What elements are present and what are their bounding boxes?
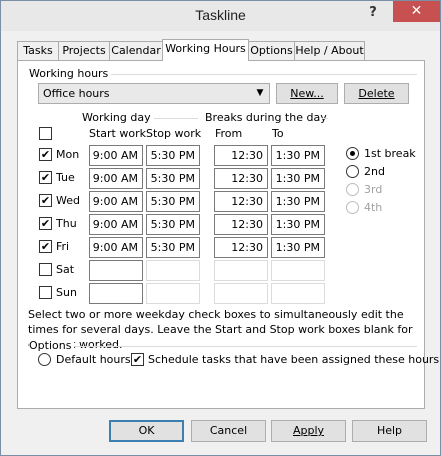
options-group-line: [31, 346, 417, 347]
day-label-fri: Fri: [56, 240, 70, 253]
to-time-field-thu[interactable]: 1:30 PM: [271, 214, 325, 235]
cancel-button[interactable]: Cancel: [191, 420, 266, 442]
day-label-wed: Wed: [56, 194, 80, 207]
close-button[interactable]: ✕: [393, 1, 440, 22]
ok-button[interactable]: OK: [109, 420, 184, 442]
default-hours-label: Default hours: [56, 353, 131, 366]
to-time-field-sat[interactable]: [271, 260, 325, 281]
chevron-down-icon: ▼: [256, 88, 264, 98]
break-2nd-label: 2nd: [364, 165, 385, 178]
start-time-field-mon[interactable]: 9:00 AM: [89, 145, 143, 166]
day-label-thu: Thu: [56, 217, 77, 230]
break-1st-radio[interactable]: [346, 147, 359, 160]
help-title-button[interactable]: ?: [358, 2, 388, 24]
start-time-field-sun[interactable]: [89, 283, 143, 304]
start-time-field-tue[interactable]: 9:00 AM: [89, 168, 143, 189]
to-time-field-fri[interactable]: 1:30 PM: [271, 237, 325, 258]
tab-help-about[interactable]: Help / About: [294, 41, 365, 60]
day-label-sat: Sat: [56, 263, 75, 276]
title-bar: Taskline ? ✕: [1, 1, 440, 31]
help-button[interactable]: Help: [352, 420, 427, 442]
tab-tasks[interactable]: Tasks: [17, 41, 59, 60]
break-4th-radio[interactable]: [346, 201, 359, 214]
delete-button[interactable]: Delete: [344, 83, 409, 104]
break-4th-label: 4th: [364, 201, 383, 214]
to-time-field-mon[interactable]: 1:30 PM: [271, 145, 325, 166]
day-checkbox-sat[interactable]: [39, 263, 52, 276]
day-checkbox-sun[interactable]: [39, 286, 52, 299]
tab-projects[interactable]: Projects: [58, 41, 110, 60]
from-time-field-thu[interactable]: 12:30 PM: [214, 214, 268, 250]
working-day-heading: Working day: [82, 111, 151, 124]
from-heading: From: [215, 127, 243, 140]
tab-calendar[interactable]: Calendar: [109, 41, 163, 60]
schedule-tasks-checkbox[interactable]: ✔: [131, 353, 144, 366]
apply-button-label: Apply: [292, 424, 325, 437]
apply-button[interactable]: Apply: [271, 420, 346, 442]
from-time-field-fri[interactable]: 12:30 PM: [214, 237, 268, 273]
start-time-field-wed[interactable]: 9:00 AM: [89, 191, 143, 212]
break-1st-label: 1st break: [364, 147, 416, 160]
stop-time-field-fri[interactable]: 5:30 PM: [146, 237, 200, 258]
start-time-field-sat[interactable]: [89, 260, 143, 281]
start-time-field-thu[interactable]: 9:00 AM: [89, 214, 143, 235]
to-time-field-tue[interactable]: 1:30 PM: [271, 168, 325, 189]
breaks-heading-line: [322, 118, 328, 119]
stop-time-field-mon[interactable]: 5:30 PM: [146, 145, 200, 166]
options-group-label: Options: [29, 339, 75, 352]
stop-work-heading: Stop work: [146, 127, 202, 140]
new-button-label: New...: [290, 87, 324, 100]
working-hours-group-label: Working hours: [29, 67, 112, 80]
break-3rd-label: 3rd: [364, 183, 383, 196]
day-checkbox-wed[interactable]: ✔: [39, 194, 52, 207]
stop-time-field-wed[interactable]: 5:30 PM: [146, 191, 200, 212]
from-time-field-tue[interactable]: 12:30 PM: [214, 168, 268, 204]
break-2nd-radio[interactable]: [346, 165, 359, 178]
to-heading: To: [272, 127, 284, 140]
default-hours-radio[interactable]: [38, 353, 51, 366]
new-button[interactable]: New...: [276, 83, 338, 104]
day-checkbox-fri[interactable]: ✔: [39, 240, 52, 253]
day-label-mon: Mon: [56, 148, 80, 161]
schedule-tasks-label: Schedule tasks that have been assigned t…: [148, 353, 440, 366]
day-checkbox-mon[interactable]: ✔: [39, 148, 52, 161]
delete-button-label: Delete: [358, 87, 395, 100]
schedule-select-value: Office hours: [43, 87, 110, 100]
breaks-heading: Breaks during the day: [205, 111, 327, 124]
select-all-checkbox[interactable]: [39, 127, 52, 140]
stop-time-field-thu[interactable]: 5:30 PM: [146, 214, 200, 235]
from-time-field-sun[interactable]: [214, 283, 268, 304]
day-label-tue: Tue: [56, 171, 75, 184]
stop-time-field-tue[interactable]: 5:30 PM: [146, 168, 200, 189]
to-time-field-sun[interactable]: [271, 283, 325, 304]
from-time-field-wed[interactable]: 12:30 PM: [214, 191, 268, 227]
start-work-heading: Start work: [89, 127, 146, 140]
from-time-field-mon[interactable]: 12:30 PM: [214, 145, 268, 181]
stop-time-field-sun[interactable]: [146, 283, 200, 304]
from-time-field-sat[interactable]: [214, 260, 268, 281]
day-checkbox-tue[interactable]: ✔: [39, 171, 52, 184]
schedule-select[interactable]: Office hours ▼: [38, 83, 270, 104]
stop-time-field-sat[interactable]: [146, 260, 200, 281]
taskline-window: Taskline ? ✕ Tasks Projects Calendar Wor…: [0, 0, 441, 456]
to-time-field-wed[interactable]: 1:30 PM: [271, 191, 325, 212]
working-day-heading-line: [154, 118, 198, 119]
start-time-field-fri[interactable]: 9:00 AM: [89, 237, 143, 258]
tab-working-hours[interactable]: Working Hours: [162, 39, 249, 61]
break-3rd-radio[interactable]: [346, 183, 359, 196]
day-checkbox-thu[interactable]: ✔: [39, 217, 52, 230]
tab-options[interactable]: Options: [248, 41, 295, 60]
day-label-sun: Sun: [56, 286, 77, 299]
